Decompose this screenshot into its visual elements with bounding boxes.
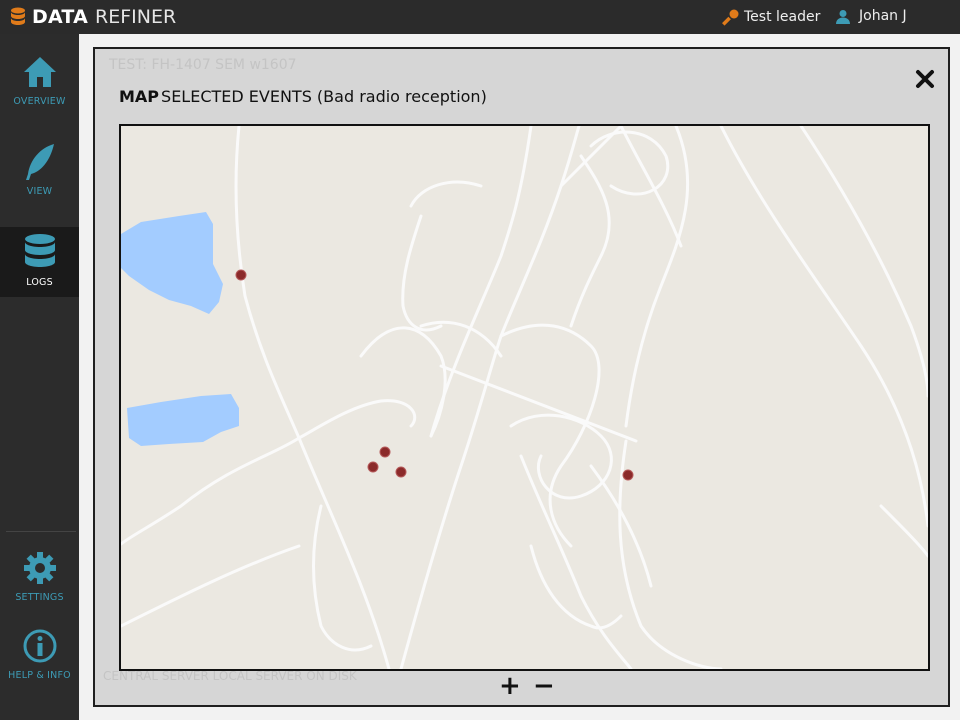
background-test-header: TEST: FH-1407 SEM w1607	[109, 57, 297, 73]
modal-title-rest: SELECTED EVENTS (Bad radio reception)	[161, 87, 487, 106]
database-icon	[20, 233, 60, 273]
feather-icon	[20, 142, 60, 182]
sidebar-item-overview[interactable]: OVERVIEW	[0, 52, 79, 122]
role-indicator[interactable]: Test leader	[722, 8, 820, 26]
key-icon	[722, 9, 739, 26]
sidebar-item-help[interactable]: HELP & INFO	[0, 626, 79, 688]
event-marker[interactable]	[235, 269, 247, 281]
sidebar-item-label: OVERVIEW	[13, 96, 66, 107]
role-label: Test leader	[744, 9, 821, 25]
event-marker[interactable]	[622, 469, 634, 481]
modal-title-bold: MAP	[119, 87, 160, 106]
map-modal: TEST: FH-1407 SEM w1607 CENTRAL SERVER L…	[93, 47, 950, 707]
event-marker[interactable]	[367, 461, 379, 473]
zoom-out-button[interactable]: −	[533, 673, 555, 699]
zoom-in-button[interactable]: +	[499, 673, 521, 699]
database-icon	[11, 7, 25, 25]
sidebar-item-logs[interactable]: LOGS	[0, 227, 79, 297]
map-view[interactable]	[119, 124, 930, 671]
info-icon	[20, 626, 60, 666]
background-footer: CENTRAL SERVER LOCAL SERVER ON DISK	[103, 669, 357, 683]
brand-light: REFINER	[95, 6, 177, 28]
close-icon	[916, 70, 934, 88]
user-icon	[836, 9, 850, 24]
sidebar-item-label: HELP & INFO	[8, 670, 71, 681]
road-network	[121, 126, 928, 669]
top-bar: DATA REFINER Test leader Johan J	[0, 0, 960, 34]
user-menu[interactable]: Johan J	[836, 8, 907, 24]
close-button[interactable]	[913, 67, 937, 91]
sidebar-item-label: SETTINGS	[15, 592, 64, 603]
user-name: Johan J	[859, 8, 907, 24]
sidebar-item-label: LOGS	[26, 277, 53, 288]
lake-north	[121, 212, 223, 314]
sidebar-item-settings[interactable]: SETTINGS	[0, 548, 79, 610]
gear-icon	[20, 548, 60, 588]
brand-bold: DATA	[32, 6, 88, 28]
sidebar: OVERVIEW VIEW LOGS SETTINGS HELP & INFO	[0, 34, 79, 720]
event-marker[interactable]	[379, 446, 391, 458]
modal-title: MAP SELECTED EVENTS (Bad radio reception)	[119, 87, 487, 106]
sidebar-item-label: VIEW	[26, 186, 53, 197]
sidebar-divider	[6, 531, 76, 532]
map-canvas[interactable]	[121, 126, 928, 669]
app-brand: DATA REFINER	[10, 6, 176, 28]
lake-south	[127, 394, 239, 446]
home-icon	[20, 52, 60, 92]
sidebar-item-view[interactable]: VIEW	[0, 142, 79, 212]
event-marker[interactable]	[395, 466, 407, 478]
